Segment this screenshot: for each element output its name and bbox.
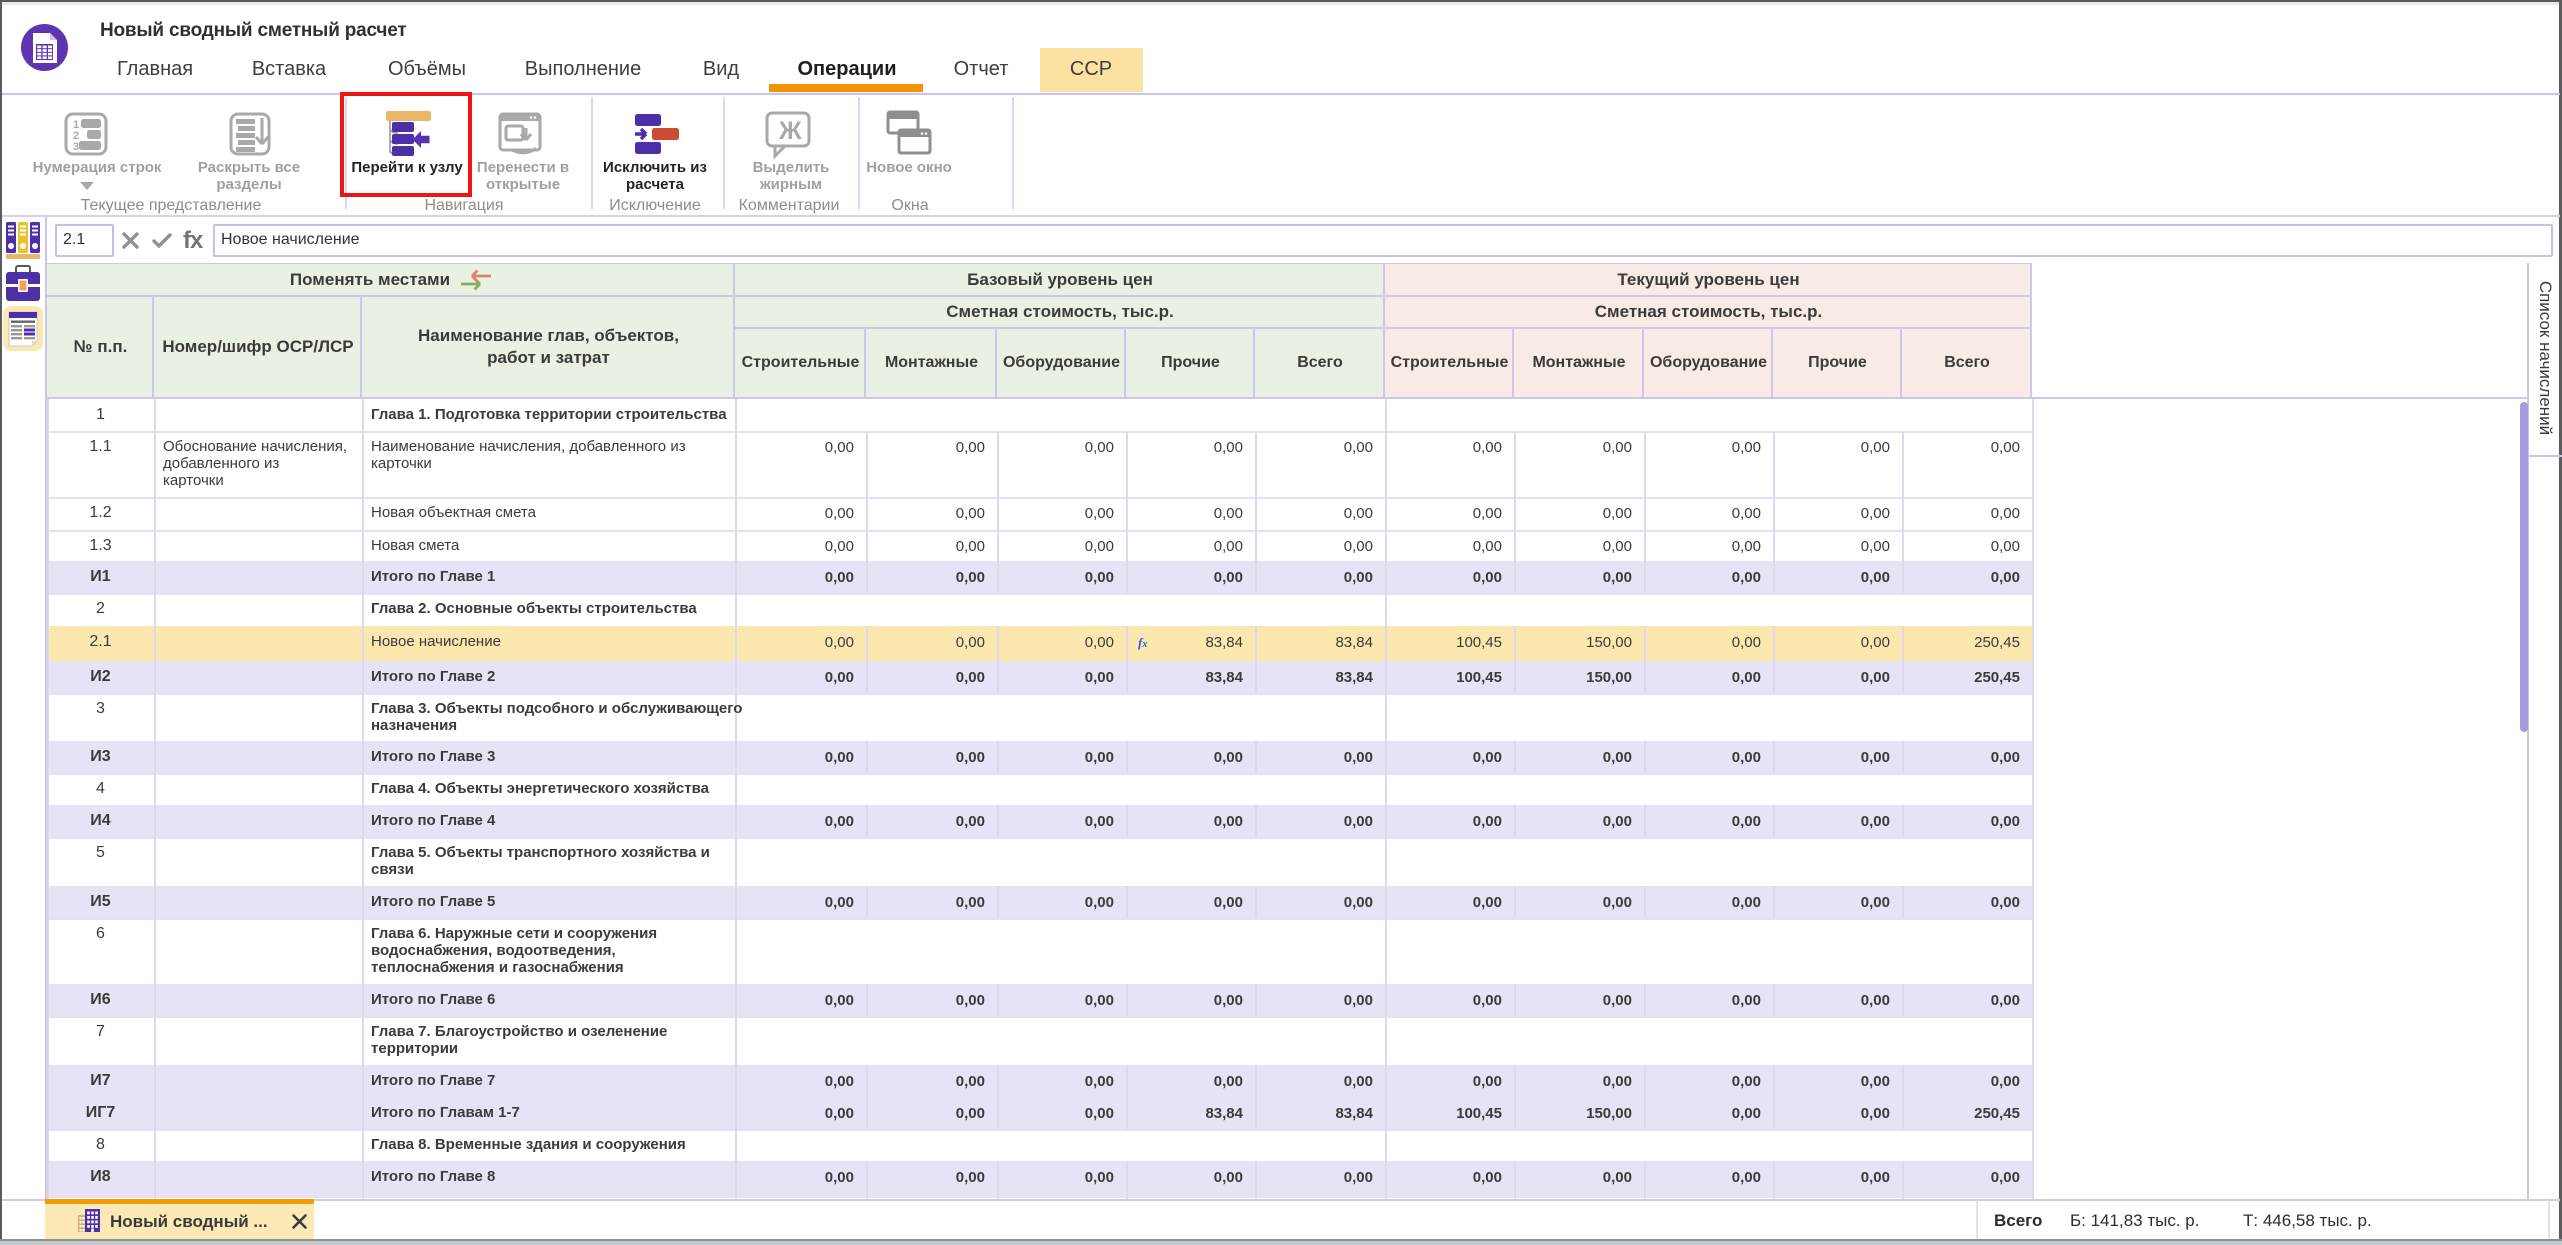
svg-text:Ж: Ж xyxy=(778,117,802,145)
svg-text:3: 3 xyxy=(73,141,79,153)
